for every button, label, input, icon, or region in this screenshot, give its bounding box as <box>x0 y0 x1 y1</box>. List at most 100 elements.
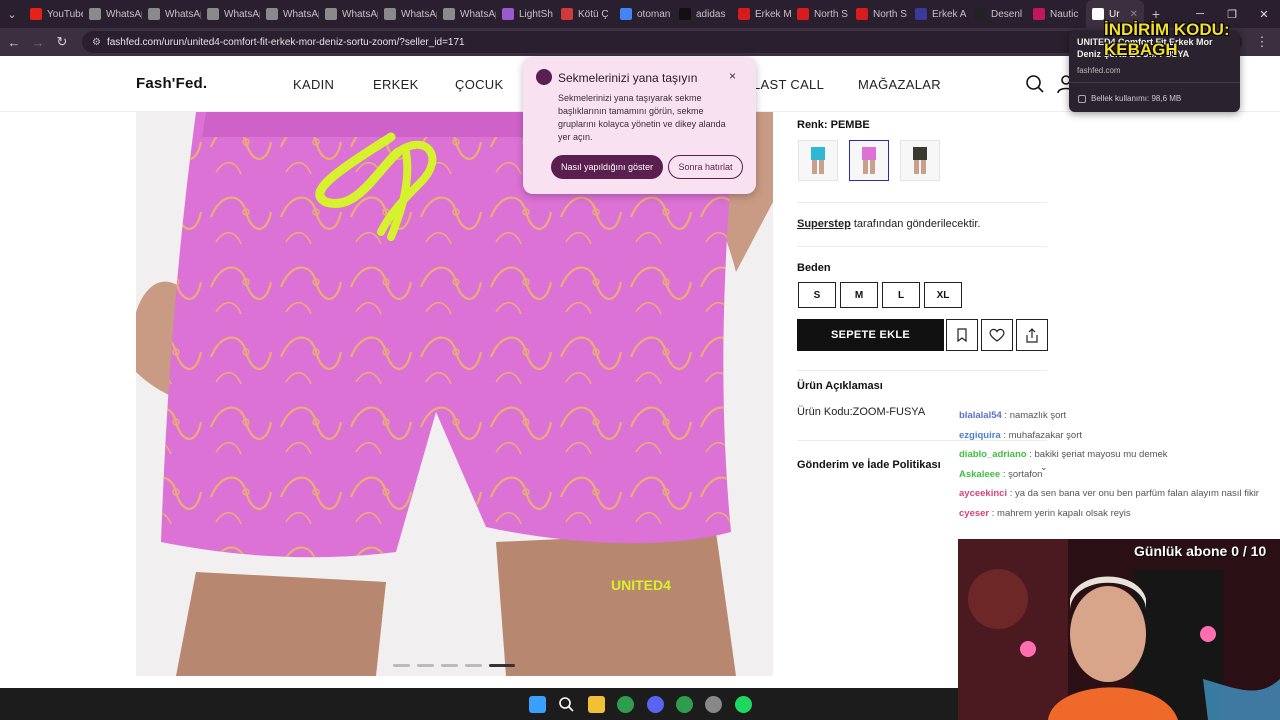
add-to-cart-button[interactable]: SEPETE EKLE <box>797 319 944 351</box>
browser-tab[interactable]: WhatsApp <box>83 0 142 28</box>
browser-tab[interactable]: WhatsApp <box>437 0 496 28</box>
color-swatch-turquoise[interactable] <box>798 140 838 181</box>
nav-cocuk[interactable]: ÇOCUK <box>455 77 503 92</box>
tab-label: WhatsApp <box>342 8 378 20</box>
chat-text: ya da sen bana ver onu ben parfüm falan … <box>1015 488 1259 499</box>
reload-icon[interactable]: ↻ <box>50 30 74 54</box>
tab-favicon-icon <box>1033 8 1045 20</box>
carousel-dot[interactable] <box>417 664 434 667</box>
chat-text: namazlık şort <box>1009 410 1067 421</box>
favorite-button[interactable] <box>981 319 1013 351</box>
browser-tab[interactable]: YouTube <box>24 0 83 28</box>
tab-label: Kötü Ç <box>578 8 609 20</box>
chrome-icon[interactable] <box>676 696 693 713</box>
size-label: Beden <box>797 262 831 274</box>
color-swatch-black[interactable] <box>900 140 940 181</box>
carousel-dot[interactable] <box>393 664 410 667</box>
bookmark-icon <box>957 328 967 342</box>
bookmark-button[interactable] <box>946 319 978 351</box>
browser-tab[interactable]: Erkek M <box>732 0 791 28</box>
chat-username[interactable]: blalalal54 <box>959 410 1002 421</box>
size-option-l[interactable]: L <box>882 282 920 308</box>
chrome-icon[interactable] <box>617 696 634 713</box>
browser-tab[interactable]: LightSh <box>496 0 555 28</box>
tab-favicon-icon <box>443 8 455 20</box>
site-info-icon[interactable]: ⚙ <box>92 37 101 48</box>
chat-message: diablo_adriano : bakiki şeriat mayosu mu… <box>959 445 1280 465</box>
browser-tab[interactable]: North S <box>791 0 850 28</box>
popup-close-icon[interactable]: × <box>729 69 736 83</box>
browser-tab[interactable]: WhatsApp <box>142 0 201 28</box>
browser-tab[interactable]: adidas <box>673 0 732 28</box>
divider <box>797 202 1047 203</box>
search-icon[interactable] <box>1025 74 1045 94</box>
chat-username[interactable]: ayceekinci <box>959 488 1007 499</box>
browser-tab[interactable]: North S <box>850 0 909 28</box>
nav-last-call[interactable]: LAST CALL <box>753 77 824 92</box>
discord-icon[interactable] <box>647 696 664 713</box>
close-tab-icon[interactable]: ✕ <box>1130 9 1138 20</box>
carousel-dot-active[interactable] <box>489 664 515 667</box>
chat-message: ezgiquira : muhafazakar şort <box>959 426 1280 446</box>
browser-tab[interactable]: otoman <box>614 0 673 28</box>
tab-favicon-icon <box>915 8 927 20</box>
seller-link[interactable]: Superstep <box>797 218 851 230</box>
remind-later-button[interactable]: Sonra hatırlat <box>668 155 743 179</box>
product-image[interactable]: UNITED4 <box>136 112 773 676</box>
app-icon[interactable] <box>705 696 722 713</box>
active-tab-label: Ur <box>1109 8 1120 20</box>
tab-search-chevron-icon[interactable]: ⌄ <box>0 0 24 28</box>
chat-username[interactable]: diablo_adriano <box>959 449 1027 460</box>
chat-username[interactable]: cyeser <box>959 508 989 519</box>
description-title[interactable]: Ürün Açıklaması <box>797 380 883 392</box>
tab-label: adidas <box>696 8 726 20</box>
nav-kadin[interactable]: KADIN <box>293 77 334 92</box>
back-arrow-icon[interactable]: ← <box>2 30 26 54</box>
tab-favicon-icon <box>266 8 278 20</box>
site-logo[interactable]: Fash'Fed. <box>136 75 207 92</box>
search-icon[interactable] <box>558 696 575 713</box>
tab-label: North S <box>814 8 848 20</box>
browser-tab[interactable]: WhatsApp <box>319 0 378 28</box>
chat-text: muhafazakar şort <box>1008 429 1083 441</box>
nav-erkek[interactable]: ERKEK <box>373 77 419 92</box>
size-option-xl[interactable]: XL <box>924 282 962 308</box>
share-button[interactable] <box>1016 319 1048 351</box>
menu-dots-icon[interactable]: ⋮ <box>1250 30 1274 54</box>
browser-tab[interactable]: Kötü Ç <box>555 0 614 28</box>
spotify-icon[interactable] <box>735 696 752 713</box>
show-how-button[interactable]: Nasıl yapıldığını göster <box>551 155 663 179</box>
browser-tab[interactable]: WhatsApp <box>378 0 437 28</box>
tab-favicon-icon <box>30 8 42 20</box>
chevron-down-icon: ⌄ <box>1040 462 1048 472</box>
file-explorer-icon[interactable] <box>588 696 605 713</box>
size-option-s[interactable]: S <box>798 282 836 308</box>
browser-tab[interactable]: Desenl <box>968 0 1027 28</box>
nav-magazalar[interactable]: MAĞAZALAR <box>858 77 941 92</box>
tab-favicon-icon <box>561 8 573 20</box>
carousel-dot[interactable] <box>465 664 482 667</box>
chat-message: ayceekinci : ya da sen bana ver onu ben … <box>959 484 1280 504</box>
discount-code-overlay: İNDİRİM KODU: KEBAGH <box>1104 20 1230 59</box>
forward-arrow-icon[interactable]: → <box>26 30 50 54</box>
browser-tab[interactable]: Erkek A <box>909 0 968 28</box>
close-window-icon[interactable]: ✕ <box>1248 0 1280 28</box>
windows-start-icon[interactable] <box>529 696 546 713</box>
url-field[interactable]: ⚙ fashfed.com/urun/united4-comfort-fit-e… <box>82 31 1242 53</box>
divider <box>1069 82 1240 83</box>
tab-favicon-icon <box>89 8 101 20</box>
shipping-policy-title[interactable]: Gönderim ve İade Politikası <box>797 459 941 471</box>
hovercard-domain: fashfed.com <box>1077 66 1121 75</box>
chat-username[interactable]: ezgiquira <box>959 430 1001 441</box>
browser-tab[interactable]: Nautic <box>1027 0 1086 28</box>
browser-tab[interactable]: WhatsApp <box>260 0 319 28</box>
shorts-brand-print: UNITED4 <box>611 577 671 593</box>
size-option-m[interactable]: M <box>840 282 878 308</box>
color-swatch-pink[interactable] <box>849 140 889 181</box>
browser-tab[interactable]: WhatsApp <box>201 0 260 28</box>
tab-label: Erkek A <box>932 8 967 20</box>
carousel-dot[interactable] <box>441 664 458 667</box>
chat-username[interactable]: Askaleee <box>959 469 1000 480</box>
chat-text: şortafon <box>1008 468 1043 480</box>
product-code: Ürün Kodu:ZOOM-FUSYA <box>797 406 926 418</box>
